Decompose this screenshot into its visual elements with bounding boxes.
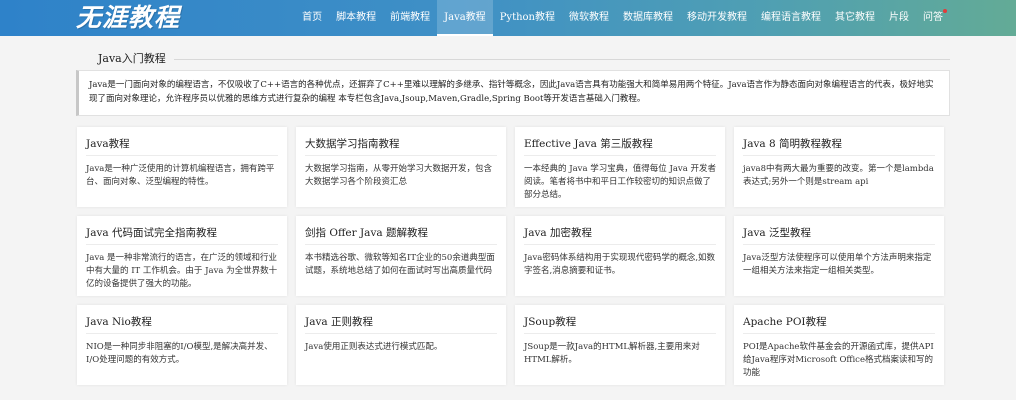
nav-script-tutorials[interactable]: 脚本教程 xyxy=(329,0,383,36)
card-title: Java 8 简明教程教程 xyxy=(743,135,935,156)
card-description: POI是Apache软件基金会的开源函式库，提供API给Java程序对Micro… xyxy=(743,342,934,378)
section-header: Java入门教程 xyxy=(76,48,950,68)
nav-language-tutorials[interactable]: 编程语言教程 xyxy=(754,0,828,36)
nav-frontend-tutorials[interactable]: 前端教程 xyxy=(383,0,437,36)
nav-label: 脚本教程 xyxy=(336,12,377,23)
card-description: NIO是一种同步非阻塞的I/O模型,是解决高并发、I/O处理问题的有效方式。 xyxy=(86,342,273,365)
card-title: Java教程 xyxy=(86,135,278,156)
card-title: Java 加密教程 xyxy=(524,224,716,245)
nav-microsoft-tutorials[interactable]: 微软教程 xyxy=(562,0,616,36)
section-divider xyxy=(98,59,950,60)
tutorial-card[interactable]: Java教程 Java是一种广泛使用的计算机编程语言，拥有跨平台、面向对象、泛型… xyxy=(77,127,287,207)
card-title: Apache POI教程 xyxy=(743,313,935,334)
nav-other-tutorials[interactable]: 其它教程 xyxy=(828,0,882,36)
tutorial-card[interactable]: Java 泛型教程 Java泛型方法使程序可以使用单个方法声明来指定一组相关方法… xyxy=(734,216,944,296)
tutorial-card[interactable]: Java 代码面试完全指南教程 Java 是一种非常流行的语言，在广泛的领域和行… xyxy=(77,216,287,296)
tutorial-card[interactable]: Apache POI教程 POI是Apache软件基金会的开源函式库，提供API… xyxy=(734,305,944,385)
nav-database-tutorials[interactable]: 数据库教程 xyxy=(616,0,680,36)
nav-java-tutorials[interactable]: Java教程 xyxy=(437,0,493,36)
nav-label: 前端教程 xyxy=(390,12,431,23)
card-description: Java 是一种非常流行的语言，在广泛的领域和行业中有大量的 IT 工作机会。由… xyxy=(86,253,278,289)
nav-python-tutorials[interactable]: Python教程 xyxy=(493,0,562,36)
tutorial-card[interactable]: 剑指 Offer Java 题解教程 本书精选谷歌、微软等知名IT企业的50余道… xyxy=(296,216,506,296)
card-description: Java使用正则表达式进行模式匹配。 xyxy=(305,342,443,352)
main-nav: 首页 脚本教程 前端教程 Java教程 Python教程 微软教程 数据库教程 … xyxy=(295,0,950,36)
nav-label: 移动开发教程 xyxy=(687,12,747,23)
card-title: Java 代码面试完全指南教程 xyxy=(86,224,278,245)
card-description: Java密码体系结构用于实现现代密码学的概念,如数字签名,消息摘要和证书。 xyxy=(524,253,716,276)
nav-mobile-tutorials[interactable]: 移动开发教程 xyxy=(680,0,754,36)
nav-label: 片段 xyxy=(889,12,909,23)
card-description: JSoup是一款Java的HTML解析器,主要用来对HTML解析。 xyxy=(524,342,700,365)
tutorial-card[interactable]: 大数据学习指南教程 大数据学习指南，从零开始学习大数据开发，包含大数据学习各个阶… xyxy=(296,127,506,207)
card-description: 一本经典的 Java 学习宝典，值得每位 Java 开发者阅读。笔者将书中和平日… xyxy=(524,164,716,200)
section-intro: Java是一门面向对象的编程语言，不仅吸收了C++语言的各种优点，还摒弃了C++… xyxy=(76,70,950,116)
card-title: Java 泛型教程 xyxy=(743,224,935,245)
card-title: 大数据学习指南教程 xyxy=(305,135,497,156)
card-title: 剑指 Offer Java 题解教程 xyxy=(305,224,497,245)
notification-dot xyxy=(943,9,947,13)
tutorial-card[interactable]: Java Nio教程 NIO是一种同步非阻塞的I/O模型,是解决高并发、I/O处… xyxy=(77,305,287,385)
section-title: Java入门教程 xyxy=(98,50,174,66)
site-logo[interactable]: 无涯教程 xyxy=(76,2,180,34)
card-title: Java Nio教程 xyxy=(86,313,278,334)
card-description: 大数据学习指南，从零开始学习大数据开发，包含大数据学习各个阶段资汇总 xyxy=(305,164,493,187)
card-description: Java是一种广泛使用的计算机编程语言，拥有跨平台、面向对象、泛型编程的特性。 xyxy=(86,164,275,187)
tutorial-card[interactable]: Java 正则教程 Java使用正则表达式进行模式匹配。 xyxy=(296,305,506,385)
card-title: Effective Java 第三版教程 xyxy=(524,135,716,156)
tutorial-card[interactable]: Effective Java 第三版教程 一本经典的 Java 学习宝典，值得每… xyxy=(515,127,725,207)
nav-label: Java教程 xyxy=(444,12,486,23)
nav-qa[interactable]: 问答 xyxy=(916,0,950,36)
tutorial-card[interactable]: JSoup教程 JSoup是一款Java的HTML解析器,主要用来对HTML解析… xyxy=(515,305,725,385)
nav-label: 首页 xyxy=(302,12,323,23)
card-description: 本书精选谷歌、微软等知名IT企业的50余道典型面试题，系统地总结了如何在面试时写… xyxy=(305,253,495,276)
card-title: Java 正则教程 xyxy=(305,313,497,334)
main-content: Java入门教程 Java是一门面向对象的编程语言，不仅吸收了C++语言的各种优… xyxy=(76,36,950,400)
nav-home[interactable]: 首页 xyxy=(295,0,329,36)
card-description: java8中有两大最为重要的改变。第一个是lambda表达式;另外一个则是str… xyxy=(743,164,934,187)
card-title: JSoup教程 xyxy=(524,313,716,334)
nav-label: 数据库教程 xyxy=(623,12,673,23)
nav-label: 其它教程 xyxy=(835,12,875,23)
nav-snippets[interactable]: 片段 xyxy=(882,0,916,36)
nav-label: Python教程 xyxy=(499,12,555,23)
card-description: Java泛型方法使程序可以使用单个方法声明来指定一组相关方法来指定一组相关类型。 xyxy=(743,253,932,276)
nav-label: 问答 xyxy=(923,12,943,23)
tutorial-card[interactable]: Java 加密教程 Java密码体系结构用于实现现代密码学的概念,如数字签名,消… xyxy=(515,216,725,296)
top-navigation-bar: 无涯教程 首页 脚本教程 前端教程 Java教程 Python教程 微软教程 数… xyxy=(0,0,1016,36)
nav-label: 微软教程 xyxy=(569,12,609,23)
nav-label: 编程语言教程 xyxy=(761,12,821,23)
tutorial-card[interactable]: Java 8 简明教程教程 java8中有两大最为重要的改变。第一个是lambd… xyxy=(734,127,944,207)
